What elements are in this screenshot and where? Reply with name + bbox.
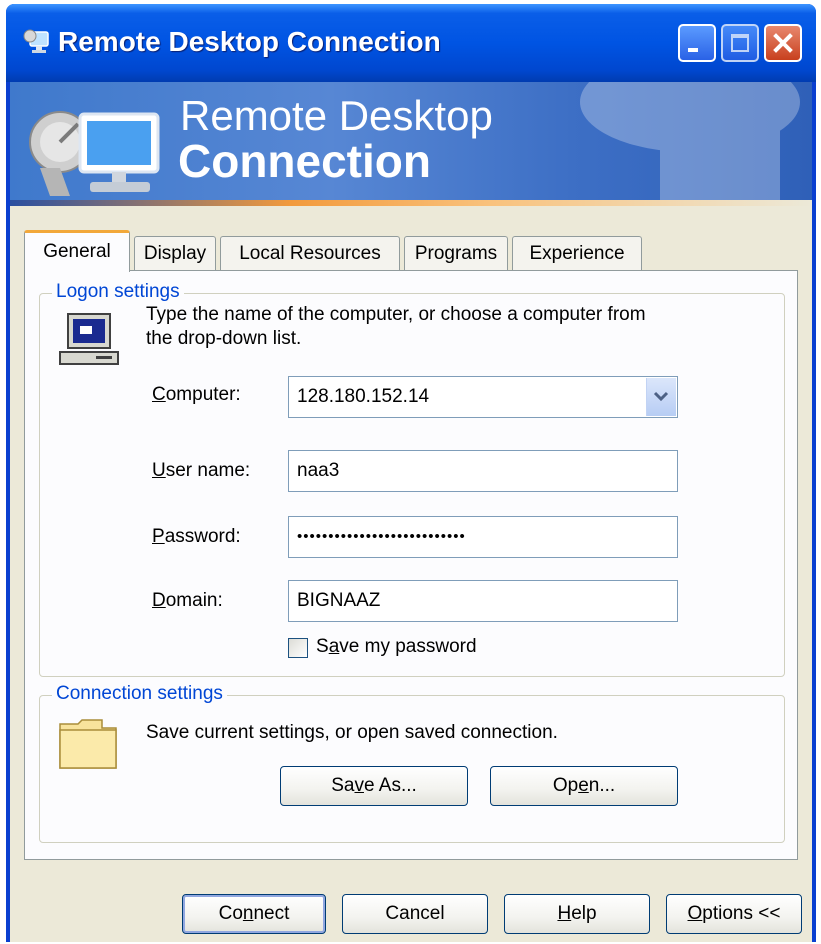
help-label-accel: H xyxy=(557,903,572,924)
connection-settings-group: Connection settings Save current setting… xyxy=(39,683,785,843)
tab-label: Programs xyxy=(414,243,498,264)
window-title: Remote Desktop Connection xyxy=(58,26,441,57)
help-button[interactable]: Help xyxy=(504,894,650,934)
folder-icon xyxy=(59,719,117,769)
save-password-label-accel: a xyxy=(328,636,340,657)
password-label-accel: P xyxy=(152,526,165,547)
options-label-text: ptions << xyxy=(702,903,781,924)
logon-settings-group: Logon settings Type the name of the comp… xyxy=(39,281,785,677)
dialog-client: Remote Desktop Connection General Displa… xyxy=(10,82,812,942)
minimize-button[interactable] xyxy=(678,24,716,62)
minimize-icon xyxy=(688,48,698,52)
banner: Remote Desktop Connection xyxy=(10,82,812,200)
computer-label: Computer: xyxy=(152,384,241,406)
banner-divider xyxy=(10,200,812,206)
computer-label-text: omputer: xyxy=(165,384,241,405)
tab-label: Experience xyxy=(529,243,625,264)
domain-label-text: omain: xyxy=(165,590,223,611)
tab-label: Display xyxy=(143,243,207,264)
maximize-icon xyxy=(731,34,749,52)
rdp-window: Remote Desktop Connection Remote Desktop xyxy=(6,4,816,942)
tab-programs[interactable]: Programs xyxy=(404,236,508,270)
banner-title-line2: Connection xyxy=(178,135,431,187)
computer-label-accel: C xyxy=(152,384,166,405)
tab-general[interactable]: General xyxy=(24,230,130,272)
connect-label-text: nect xyxy=(253,903,290,924)
user-name-label: User name: xyxy=(152,460,250,482)
tab-display[interactable]: Display xyxy=(134,236,216,270)
logon-settings-label: Logon settings xyxy=(52,281,184,303)
connect-label-pre: Co xyxy=(218,903,243,924)
open-button[interactable]: Open... xyxy=(490,766,678,806)
close-icon xyxy=(773,33,793,53)
connection-description: Save current settings, or open saved con… xyxy=(146,722,558,743)
tab-label: General xyxy=(43,241,111,262)
chevron-down-icon xyxy=(653,391,669,402)
password-label-text: assword: xyxy=(164,526,241,547)
close-button[interactable] xyxy=(764,24,802,62)
connect-label-accel: n xyxy=(242,903,254,924)
connect-button[interactable]: Connect xyxy=(182,894,326,934)
tab-local-resources[interactable]: Local Resources xyxy=(220,236,400,270)
logon-instruction-line2: the drop-down list. xyxy=(146,328,302,349)
save-password-label-text: ve my password xyxy=(339,636,477,657)
open-label-accel: e xyxy=(578,775,589,796)
open-label-text: n... xyxy=(588,775,616,796)
save-password-checkbox[interactable] xyxy=(288,638,308,658)
save-as-label-pre: Sa xyxy=(331,775,355,796)
tab-experience[interactable]: Experience xyxy=(512,236,642,270)
connection-settings-label: Connection settings xyxy=(52,683,227,705)
options-label-accel: O xyxy=(687,903,703,924)
tab-label: Local Resources xyxy=(239,243,381,264)
maximize-button[interactable] xyxy=(721,24,759,62)
title-bar[interactable]: Remote Desktop Connection xyxy=(6,4,816,82)
user-name-input[interactable]: naa3 xyxy=(288,450,678,492)
computer-icon xyxy=(59,313,119,365)
password-input[interactable]: ••••••••••••••••••••••••••• xyxy=(288,516,678,558)
general-tab-panel: Logon settings Type the name of the comp… xyxy=(24,270,798,860)
banner-watermark xyxy=(580,82,800,200)
remote-desktop-icon xyxy=(23,29,49,53)
cancel-button[interactable]: Cancel xyxy=(342,894,488,934)
computer-value: 128.180.152.14 xyxy=(297,386,430,407)
remote-desktop-logo-icon xyxy=(29,111,160,196)
banner-title-line1: Remote Desktop xyxy=(180,92,493,139)
save-password-label[interactable]: Save my password xyxy=(316,636,477,658)
domain-label: Domain: xyxy=(152,590,223,612)
options-button[interactable]: Options << xyxy=(666,894,802,934)
save-as-button[interactable]: Save As... xyxy=(280,766,468,806)
computer-combobox[interactable]: 128.180.152.14 xyxy=(288,376,678,418)
save-password-label-pre: S xyxy=(316,636,329,657)
logon-instruction-line1: Type the name of the computer, or choose… xyxy=(146,304,646,325)
user-name-label-text: ser name: xyxy=(165,460,251,481)
password-label: Password: xyxy=(152,526,241,548)
help-label-text: elp xyxy=(571,903,597,924)
domain-input[interactable]: BIGNAAZ xyxy=(288,580,678,622)
open-label-pre: Op xyxy=(552,775,579,796)
save-as-label-accel: v xyxy=(354,775,364,796)
computer-dropdown-button[interactable] xyxy=(646,378,676,416)
domain-label-accel: D xyxy=(152,590,166,611)
save-as-label-text: e As... xyxy=(363,775,417,796)
user-name-label-accel: U xyxy=(152,460,166,481)
